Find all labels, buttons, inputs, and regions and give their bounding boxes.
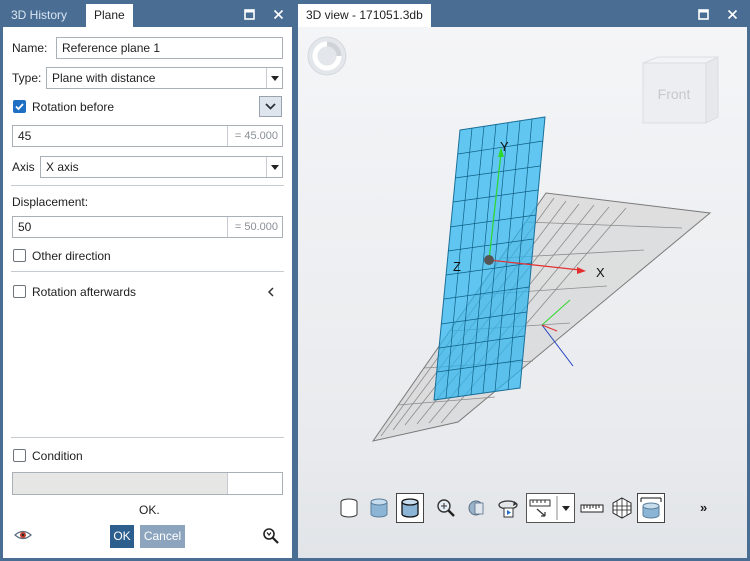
ruler-icon [580,504,604,513]
condition-label: Condition [32,449,83,463]
right-panel-titlebar: 3D view - 171051.3db [298,3,747,27]
name-label: Name: [12,41,48,55]
mesh-icon [612,497,632,519]
chevron-down-icon [265,103,276,110]
close-icon[interactable] [269,3,287,27]
status-text: OK. [139,503,160,517]
maximize-icon[interactable] [694,3,712,27]
rotation-angle-field[interactable]: 45 = 45.000 [12,125,283,147]
more-tools-button[interactable]: » [700,500,707,515]
type-select[interactable]: Plane with distance [46,67,283,89]
measure-dropdown-button[interactable] [526,493,575,523]
other-direction-checkbox[interactable] [13,249,26,262]
cylinder-dimension-icon [640,497,662,519]
divider [11,271,284,272]
ok-button[interactable]: OK [110,525,134,548]
3d-view-panel: 3D view - 171051.3db Front Y X Z » [298,3,747,558]
displacement-result: = 50.000 [227,217,282,237]
tab-plane[interactable]: Plane [86,4,133,27]
shaded-view-button[interactable] [365,493,393,523]
plane-properties-panel: 3D History Plane Name: Reference plane 1… [3,3,292,558]
cylinder-shaded-icon [370,498,388,518]
zoom-icon [437,499,455,517]
checkmark-icon [15,103,24,111]
measure-select-icon [529,496,570,520]
divider [11,185,284,186]
zoom-search-icon[interactable] [262,527,280,545]
condition-checkbox[interactable] [13,449,26,462]
x-axis-label: X [596,265,605,280]
rotation-angle-value: 45 [18,129,32,143]
type-label: Type: [12,71,42,85]
rotation-angle-result: = 45.000 [227,126,282,146]
type-select-value: Plane with distance [52,71,156,85]
axis-select-value: X axis [46,160,79,174]
eye-icon[interactable] [13,527,33,543]
3d-viewport[interactable]: Front Y X Z [298,27,747,558]
displacement-label: Displacement: [12,195,89,209]
chevron-left-icon[interactable] [265,286,277,298]
rotation-afterwards-checkbox[interactable] [13,285,26,298]
condition-expression-area[interactable] [13,473,228,494]
cylinder-edges-icon [401,498,419,518]
displacement-field[interactable]: 50 = 50.000 [12,216,283,238]
z-axis-label: Z [453,259,461,274]
dimension-view-button[interactable] [637,493,665,523]
mesh-view-button[interactable] [608,493,636,523]
name-input[interactable]: Reference plane 1 [56,37,283,59]
shaded-edges-view-button[interactable] [396,493,424,523]
left-panel-titlebar: 3D History Plane [3,3,292,27]
axis-label: Axis [12,160,35,174]
displacement-value: 50 [18,220,32,234]
rotation-before-checkbox[interactable] [13,100,26,113]
rotation-afterwards-label: Rotation afterwards [32,285,137,299]
section-view-button[interactable] [462,493,490,523]
close-icon[interactable] [723,3,741,27]
sphere-section-icon [468,500,484,516]
ruler-button[interactable] [578,493,606,523]
wireframe-view-button[interactable] [335,493,363,523]
reference-plane-grey [371,192,712,442]
cylinder-outline-icon [340,498,358,518]
chevron-down-icon [266,157,282,177]
other-direction-label: Other direction [32,249,111,263]
tab-3d-history[interactable]: 3D History [3,4,75,27]
chevron-down-icon [266,68,282,88]
rotation-before-collapse-button[interactable] [259,96,282,117]
condition-field[interactable] [12,472,283,495]
maximize-icon[interactable] [240,3,258,27]
3d-scene: Y X Z [371,116,712,442]
tab-3d-view[interactable]: 3D view - 171051.3db [298,4,431,27]
cancel-button[interactable]: Cancel [140,525,185,548]
rotate-view-button[interactable] [494,493,522,523]
rotate-icon [498,500,518,518]
rotation-before-label: Rotation before [32,100,115,114]
y-axis-label: Y [500,139,509,154]
zoom-fit-button[interactable] [432,493,460,523]
axis-select[interactable]: X axis [40,156,283,178]
divider [11,437,284,438]
